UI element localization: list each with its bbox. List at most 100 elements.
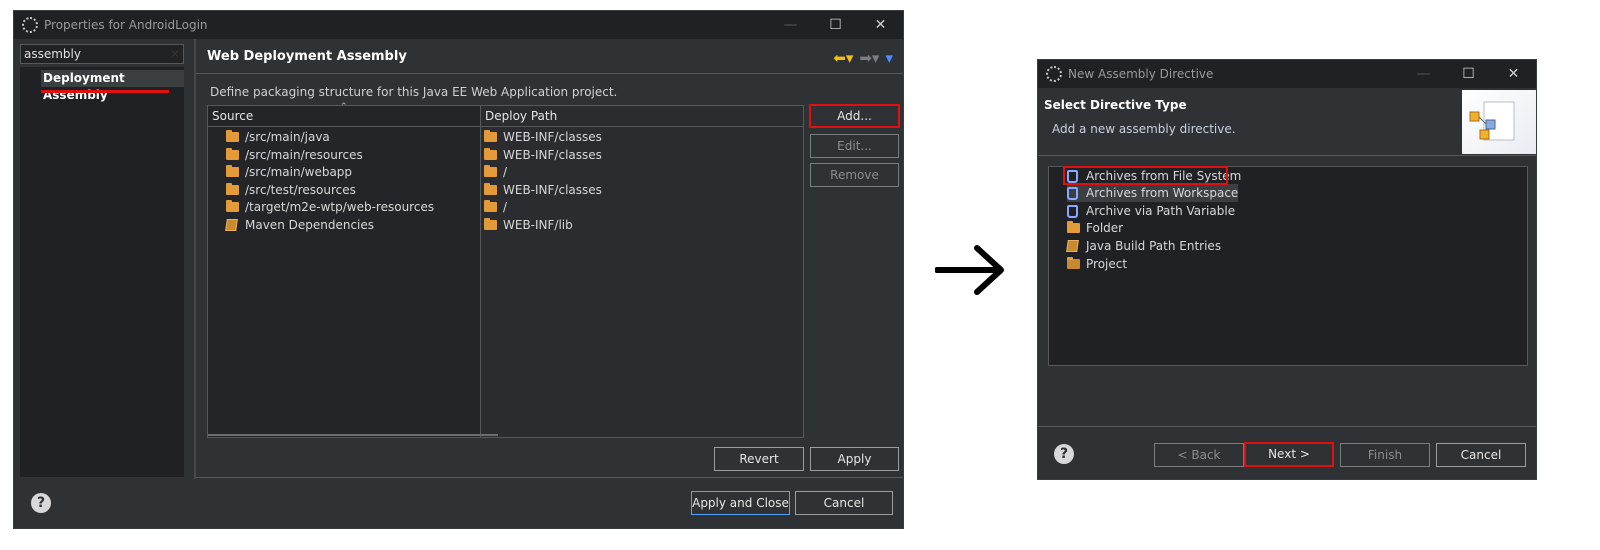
help-icon[interactable]: ? [31, 493, 51, 513]
list-item[interactable]: Folder [1067, 219, 1123, 237]
banner-separator [1038, 155, 1536, 156]
cancel-button[interactable]: Cancel [1436, 443, 1526, 467]
eclipse-gear-icon [1046, 66, 1062, 82]
pane-splitter[interactable] [194, 39, 196, 479]
transition-arrow-icon [935, 245, 1004, 295]
row-source-text: /src/main/java [245, 130, 330, 144]
row-source-text: /src/main/webapp [245, 165, 353, 179]
column-divider[interactable] [480, 106, 481, 437]
filter-input[interactable]: assembly ✕ [20, 44, 184, 64]
header-line [208, 126, 803, 127]
back-button[interactable]: < Back [1154, 443, 1244, 467]
sort-indicator-icon: ⌃ [340, 102, 348, 112]
jar-bottle-icon [1067, 204, 1078, 218]
wizard-heading: Select Directive Type [1044, 98, 1187, 112]
close-button[interactable]: ✕ [1491, 60, 1536, 88]
row-source-text: Maven Dependencies [245, 218, 375, 232]
table-row-source[interactable]: /src/test/resources [226, 181, 356, 199]
row-source-text: /src/main/resources [245, 148, 363, 162]
jar-bottle-icon [1067, 186, 1078, 200]
back-arrow-icon[interactable]: ⬅▾ [833, 49, 853, 67]
directive-type-list[interactable]: Archives from File System Archives from … [1048, 166, 1528, 366]
footer-separator [1038, 426, 1536, 427]
row-deploy-text: / [503, 165, 508, 179]
forward-arrow-icon[interactable]: ➡▾ [859, 49, 879, 67]
eclipse-gear-icon [22, 17, 38, 33]
apply-button[interactable]: Apply [810, 447, 899, 471]
folder-icon [226, 200, 239, 212]
folder-icon [1067, 221, 1080, 233]
folder-icon [226, 183, 239, 195]
help-icon[interactable]: ? [1054, 444, 1074, 464]
folder-icon [484, 148, 497, 160]
wizard-banner-image [1462, 90, 1536, 154]
add-button[interactable]: Add... [809, 104, 900, 128]
apply-and-close-button[interactable]: Apply and Close [691, 491, 790, 515]
folder-icon [226, 148, 239, 160]
wizard-subheading: Add a new assembly directive. [1052, 122, 1236, 136]
folder-icon [484, 200, 497, 212]
assembly-table[interactable]: Source ⌃ Deploy Path /src/main/java /src… [207, 102, 804, 438]
assembly-wizard-icon [1469, 101, 1515, 141]
row-deploy-text: WEB-INF/classes [503, 130, 602, 144]
table-row-deploy[interactable]: WEB-INF/classes [484, 181, 602, 199]
finish-button[interactable]: Finish [1340, 443, 1430, 467]
highlight-box [1063, 166, 1228, 185]
view-menu-icon[interactable]: ▾ [885, 49, 893, 67]
edit-button[interactable]: Edit... [810, 134, 899, 158]
open-folder-icon [1067, 257, 1080, 269]
folder-icon [226, 130, 239, 142]
folder-icon [484, 183, 497, 195]
page-title: Web Deployment Assembly [207, 49, 407, 64]
cancel-button[interactable]: Cancel [795, 491, 893, 515]
row-deploy-text: WEB-INF/classes [503, 183, 602, 197]
table-row-source[interactable]: Maven Dependencies [225, 216, 375, 234]
list-item[interactable]: Project [1067, 255, 1127, 273]
minimize-button[interactable]: — [1401, 60, 1446, 88]
table-row-source[interactable]: /src/main/resources [226, 146, 363, 164]
table-row-source[interactable]: /src/main/webapp [226, 163, 352, 181]
list-item-label: Archives from Workspace [1086, 186, 1239, 200]
list-item-label: Folder [1086, 221, 1124, 235]
column-header-deploy-path[interactable]: Deploy Path [485, 106, 557, 126]
new-assembly-directive-dialog: New Assembly Directive — ☐ ✕ Select Dire… [1037, 59, 1537, 480]
list-item[interactable]: Archive via Path Variable [1067, 202, 1235, 220]
list-item[interactable]: Archives from Workspace [1067, 184, 1239, 202]
folder-icon [226, 165, 239, 177]
list-item-label: Java Build Path Entries [1086, 239, 1222, 253]
row-deploy-text: WEB-INF/lib [503, 218, 573, 232]
maximize-button[interactable]: ☐ [1446, 60, 1491, 88]
table-row-deploy[interactable]: WEB-INF/classes [484, 128, 602, 146]
horizontal-scrollbar[interactable] [208, 434, 498, 436]
column-header-source[interactable]: Source [212, 106, 253, 126]
table-row-source[interactable]: /src/main/java [226, 128, 330, 146]
row-deploy-text: WEB-INF/classes [503, 148, 602, 162]
window-title: New Assembly Directive [1068, 67, 1214, 81]
folder-icon [484, 165, 497, 177]
table-row-deploy[interactable]: / [484, 198, 507, 216]
list-item-label: Archive via Path Variable [1086, 204, 1236, 218]
next-button[interactable]: Next > [1244, 442, 1334, 467]
folder-icon [484, 130, 497, 142]
list-item[interactable]: Java Build Path Entries [1066, 237, 1222, 255]
properties-dialog: Properties for AndroidLogin — ☐ ✕ assemb… [13, 10, 904, 529]
row-source-text: /src/test/resources [245, 183, 356, 197]
row-deploy-text: / [503, 200, 508, 214]
table-row-deploy[interactable]: WEB-INF/classes [484, 146, 602, 164]
footer-separator [196, 477, 903, 478]
title-bar: Properties for AndroidLogin — ☐ ✕ [14, 11, 903, 39]
close-button[interactable]: ✕ [858, 11, 903, 39]
revert-button[interactable]: Revert [714, 447, 804, 471]
table-row-deploy[interactable]: / [484, 163, 507, 181]
page-description: Define packaging structure for this Java… [210, 85, 618, 99]
remove-button[interactable]: Remove [810, 163, 899, 187]
filter-text: assembly [24, 47, 81, 61]
clear-filter-icon[interactable]: ✕ [170, 45, 180, 63]
window-title: Properties for AndroidLogin [44, 18, 208, 32]
nav-item-deployment-assembly[interactable]: Deployment Assembly [41, 70, 184, 102]
properties-nav-tree: Deployment Assembly [20, 67, 184, 477]
table-row-deploy[interactable]: WEB-INF/lib [484, 216, 573, 234]
maximize-button[interactable]: ☐ [813, 11, 858, 39]
table-row-source[interactable]: /target/m2e-wtp/web-resources [226, 198, 434, 216]
minimize-button[interactable]: — [768, 11, 813, 39]
